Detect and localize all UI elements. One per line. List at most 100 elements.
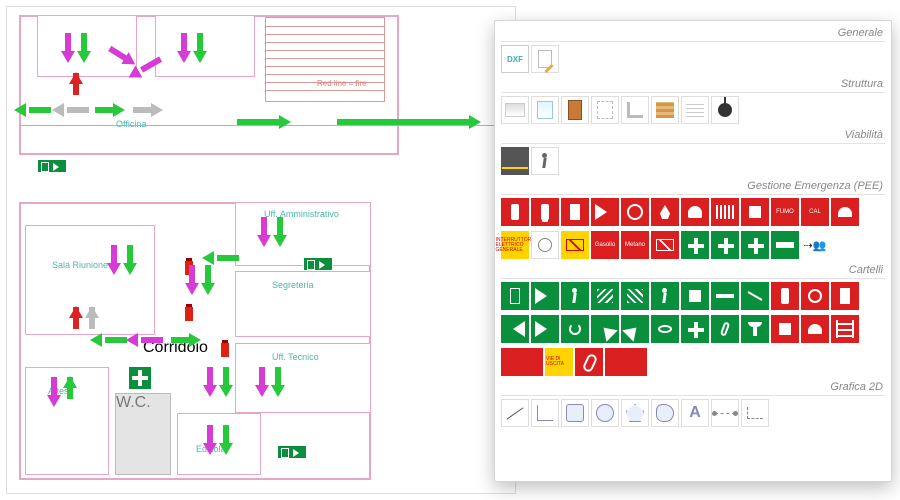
sign-hydrant[interactable]	[561, 198, 589, 226]
arrow-evac	[271, 367, 285, 403]
label-wc: W.C.	[116, 394, 151, 411]
arrow-fire	[69, 307, 83, 343]
tool-edit-document[interactable]	[531, 45, 559, 73]
sign-exit-down-left[interactable]	[591, 315, 619, 343]
tool-freeform[interactable]	[651, 399, 679, 427]
sign-no-entry[interactable]	[651, 231, 679, 259]
tool-road[interactable]	[501, 147, 529, 175]
sign-running-man[interactable]	[561, 282, 589, 310]
sign-stairs-up[interactable]	[621, 282, 649, 310]
sign-gasolio[interactable]: Gasolio	[591, 231, 619, 259]
sign-fire-blanket[interactable]	[711, 198, 739, 226]
tool-polygon[interactable]	[621, 399, 649, 427]
arrow-evac	[219, 425, 233, 461]
exit-sign	[277, 445, 307, 459]
sign-extinguisher[interactable]	[501, 198, 529, 226]
tool-wall[interactable]	[501, 96, 529, 124]
sign-push-bar[interactable]	[711, 282, 739, 310]
row-cartelli-2	[501, 312, 885, 345]
arrow-evac	[219, 367, 233, 403]
row-cartelli-3: VIE DI USCITA	[501, 345, 885, 378]
first-aid-sign	[129, 367, 151, 389]
tool-circle[interactable]	[591, 399, 619, 427]
section-header-viabilita: Viabilità	[501, 128, 885, 144]
arrow-route	[133, 103, 169, 117]
arrow-evac	[107, 245, 121, 281]
sign-stretcher[interactable]	[771, 231, 799, 259]
arrow-evac	[203, 367, 217, 403]
arrow-evac	[47, 377, 61, 413]
sign-prohibition-bar[interactable]	[501, 348, 543, 376]
sign-hose-board[interactable]	[801, 282, 829, 310]
tool-door[interactable]	[561, 96, 589, 124]
tool-text[interactable]: A	[681, 399, 709, 427]
tool-dimension-aligned[interactable]	[741, 399, 769, 427]
sign-exit-running-up[interactable]	[651, 282, 679, 310]
sign-valve[interactable]	[531, 231, 559, 259]
tool-bomb-shelter[interactable]	[711, 96, 739, 124]
sign-exit-right[interactable]	[531, 315, 559, 343]
sign-hose-reel[interactable]	[621, 198, 649, 226]
row-emergenza-2: INTERRUTTORE ELETTRICO GENERALE Gasolio …	[501, 228, 885, 261]
sign-exit-door[interactable]	[501, 282, 529, 310]
arrow-evac	[95, 103, 131, 117]
sign-stairs-down[interactable]	[591, 282, 619, 310]
row-emergenza-1: FUMO CAL	[501, 195, 885, 228]
sign-extinguisher-board[interactable]	[771, 282, 799, 310]
sign-alarm-bell[interactable]	[681, 198, 709, 226]
fire-annotation: Red line = fire	[317, 79, 367, 88]
tool-dimension-linear[interactable]	[711, 399, 739, 427]
sign-exit-down-right[interactable]	[621, 315, 649, 343]
sign-fire-alarm[interactable]	[801, 315, 829, 343]
sign-arrow-right[interactable]	[531, 282, 559, 310]
sign-alarm-button[interactable]	[771, 315, 799, 343]
sign-fire-arrow[interactable]	[591, 198, 619, 226]
tool-pedestrian[interactable]	[531, 147, 559, 175]
sign-slide[interactable]	[741, 282, 769, 310]
sign-main-switch[interactable]: INTERRUTTORE ELETTRICO GENERALE	[501, 231, 529, 259]
tool-rectangle[interactable]	[561, 399, 589, 427]
sign-first-aid-2[interactable]	[711, 231, 739, 259]
section-header-emergenza: Gestione Emergenza (PEE)	[501, 179, 885, 195]
sign-metano[interactable]: Metano	[621, 231, 649, 259]
sign-assembly-point[interactable]: ⇢👥	[801, 231, 829, 259]
sign-exit-routes[interactable]: VIE DI USCITA	[545, 348, 573, 376]
sign-hydrant-board[interactable]	[831, 282, 859, 310]
tool-corner[interactable]	[621, 96, 649, 124]
sign-extinguisher-wheeled[interactable]	[531, 198, 559, 226]
floorplan-canvas[interactable]: Dep. Attrezzature Dep. Materiali Officin…	[6, 6, 516, 494]
tool-opening[interactable]	[591, 96, 619, 124]
tool-stairs[interactable]	[651, 96, 679, 124]
sign-first-aid-3[interactable]	[741, 231, 769, 259]
tool-window[interactable]	[531, 96, 559, 124]
sign-fire-ladder[interactable]	[831, 315, 859, 343]
label-officina: Officina	[116, 119, 146, 129]
sign-first-aid[interactable]	[681, 231, 709, 259]
sign-no-extinguish[interactable]	[561, 231, 589, 259]
tool-grid[interactable]	[681, 96, 709, 124]
tool-line[interactable]	[501, 399, 529, 427]
sign-smoke[interactable]: FUMO	[771, 198, 799, 226]
arrow-evac	[91, 333, 127, 347]
sign-prohibition-bar-2[interactable]	[605, 348, 647, 376]
row-cartelli-1	[501, 279, 885, 312]
sign-first-aid-board[interactable]	[681, 315, 709, 343]
sign-heat[interactable]: CAL	[801, 198, 829, 226]
sign-wheelchair[interactable]	[561, 315, 589, 343]
room-segreteria: Segreteria	[235, 271, 371, 337]
tool-polyline[interactable]	[531, 399, 559, 427]
sign-shower[interactable]	[741, 315, 769, 343]
sign-exit-left[interactable]	[501, 315, 529, 343]
extinguisher	[221, 343, 229, 357]
sign-fire-point[interactable]	[741, 198, 769, 226]
sign-fire-phone[interactable]	[575, 348, 603, 376]
sign-emergency-phone[interactable]	[711, 315, 739, 343]
sign-eyewash[interactable]	[651, 315, 679, 343]
section-header-generale: Generale	[501, 26, 885, 42]
sign-flame[interactable]	[651, 198, 679, 226]
arrow-evac	[127, 333, 163, 347]
arrow-evac	[203, 251, 239, 265]
tool-import-dxf[interactable]: DXF	[501, 45, 529, 73]
sign-siren[interactable]	[831, 198, 859, 226]
sign-break-glass[interactable]	[681, 282, 709, 310]
